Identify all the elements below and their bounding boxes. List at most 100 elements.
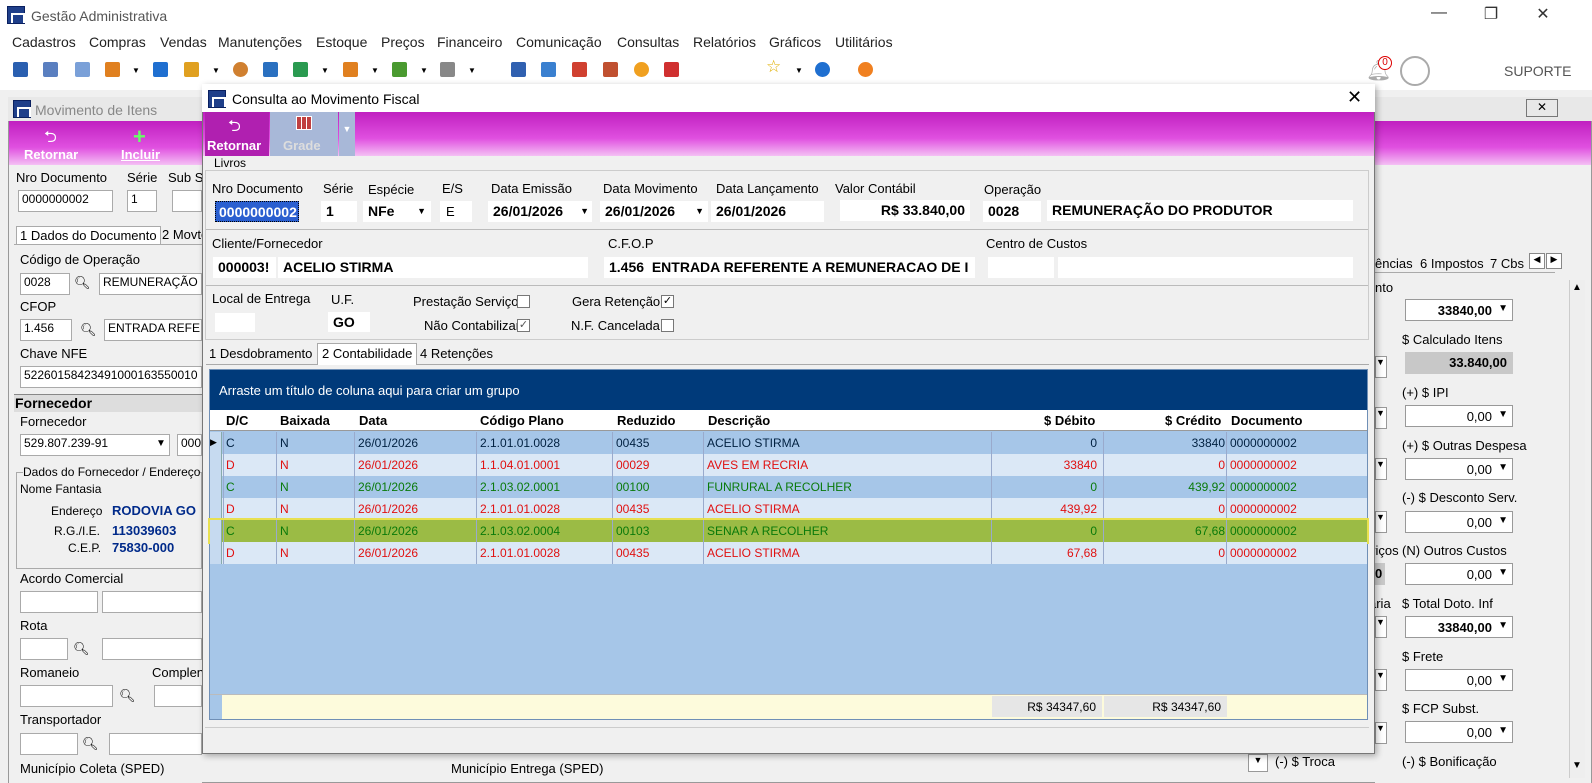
col-data[interactable]: Data [359,413,387,428]
menu-utilitarios[interactable]: Utilitários [835,34,893,50]
outras-despesas-field[interactable]: 0,00 ▼ [1405,458,1513,480]
gera-retencao-checkbox[interactable]: ✓ [661,295,674,308]
col-dc[interactable]: D/C [226,413,248,428]
scroll-up-icon[interactable]: ▲ [1572,282,1582,293]
acordo-comercial-field[interactable] [20,591,98,613]
cfop-field[interactable]: 1.456 [20,319,72,341]
calc-icon[interactable] [541,62,556,77]
info-icon[interactable] [815,62,830,77]
total-top-field[interactable]: 33840,00 ▼ [1405,299,1513,321]
clock-icon[interactable] [634,62,649,77]
dialog-close-button[interactable]: ✕ [1347,87,1362,108]
chevron-down-icon[interactable]: ▼ [156,438,166,449]
cliente-code-field[interactable]: 000003! [213,257,276,278]
row-indicator[interactable] [210,542,222,564]
col-codigo-plano[interactable]: Código Plano [480,413,564,428]
row-indicator[interactable] [210,520,222,542]
menu-graficos[interactable]: Gráficos [769,34,821,50]
ipi-field[interactable]: 0,00 ▼ [1405,405,1513,427]
fcp-field[interactable]: 0,00 ▼ [1405,721,1513,743]
rota-field[interactable] [20,638,68,660]
fornecedor-doc-field[interactable]: 529.807.239-91 [20,434,170,456]
grid-dropdown-icon[interactable]: ▼ [339,112,355,156]
menu-consultas[interactable]: Consultas [617,34,679,50]
search-icon[interactable]: 🔍︎ [82,736,99,752]
serie-field[interactable]: 1 [127,190,157,212]
fornecedor-cod-field[interactable]: 000 [177,434,202,456]
menu-relatorios[interactable]: Relatórios [693,34,756,50]
tab-retencoes[interactable]: 4 Retenções [420,346,493,361]
dialog-grid-button[interactable]: Grade [270,112,338,156]
calculator-icon[interactable] [153,62,168,77]
tab-desdobramento[interactable]: 1 Desdobramento [209,346,312,361]
nro-documento-field[interactable]: 0000000002 [18,190,113,212]
nf-cancelada-checkbox[interactable] [661,319,674,332]
tab-cbs[interactable]: 7 Cbs [1490,256,1524,271]
card-icon[interactable] [75,62,90,77]
complemento-field[interactable] [154,685,202,707]
chevron-down-icon[interactable]: ▼ [1248,754,1268,772]
sub-serie-field[interactable] [172,190,202,212]
folder-icon[interactable] [343,62,358,77]
report-icon[interactable] [603,62,618,77]
users-icon[interactable] [43,62,58,77]
es-field[interactable]: E [440,201,472,222]
printer-icon[interactable] [440,62,455,77]
chevron-down-icon[interactable]: ▼ [1375,511,1387,533]
prestacao-servico-checkbox[interactable] [517,295,530,308]
nao-contabilizar-checkbox[interactable]: ✓ [517,319,530,332]
person-icon[interactable] [233,62,248,77]
back-return-button[interactable]: Retornar [24,147,78,162]
col-credito[interactable]: $ Crédito [1165,413,1221,428]
tab-scroll-left-icon[interactable]: ◀ [1529,253,1545,269]
scroll-down-icon[interactable]: ▼ [1572,760,1582,771]
chevron-down-icon[interactable]: ▼ [1375,722,1387,744]
minimize-button[interactable]: — [1419,4,1459,26]
menu-manutencoes[interactable]: Manutenções [218,34,302,50]
tab-contabilidade[interactable]: 2 Contabilidade [317,343,418,365]
dropdown-arrow-icon[interactable]: ▼ [371,66,379,75]
desconto-serv-field[interactable]: 0,00 ▼ [1405,511,1513,533]
money-icon[interactable] [263,62,278,77]
truck-icon[interactable] [392,62,407,77]
transportador-field[interactable] [20,733,78,755]
dropdown-arrow-icon[interactable]: ▼ [420,66,428,75]
col-reduzido[interactable]: Reduzido [617,413,676,428]
current-row-indicator[interactable]: ▶ [210,432,222,454]
codigo-operacao-field[interactable]: 0028 [20,273,70,295]
col-documento[interactable]: Documento [1231,413,1303,428]
search-icon[interactable]: 🔍︎ [80,322,97,338]
table-row[interactable]: C N 26/01/2026 2.1.01.01.0028 00435 ACELIO ST… [210,432,1367,454]
table-row[interactable]: D N 26/01/2026 2.1.01.01.0028 00435 ACELIO ST… [210,542,1367,564]
chevron-down-icon[interactable]: ▼ [1375,407,1387,429]
spreadsheet-icon[interactable] [511,62,526,77]
dropdown-arrow-icon[interactable]: ▼ [795,66,803,75]
local-entrega-field[interactable] [215,313,255,332]
dialog-return-button[interactable]: ⮌ Retornar [205,112,269,156]
valor-contabil-field[interactable]: R$ 33.840,00 [840,200,970,221]
restore-button[interactable]: ❐ [1471,4,1511,26]
chevron-down-icon[interactable]: ▼ [1375,616,1387,638]
tab-referencias[interactable]: ências [1375,256,1413,271]
tab-scroll-right-icon[interactable]: ▶ [1546,253,1562,269]
window-close-button[interactable]: ✕ [1526,99,1558,117]
tab-impostos[interactable]: 6 Impostos [1420,256,1484,271]
romaneio-field[interactable] [20,685,113,707]
chave-nfe-field[interactable]: 52260158423491000163550010 [20,366,202,388]
row-indicator[interactable] [210,454,222,476]
table-row[interactable]: D N 26/01/2026 1.1.04.01.0001 00029 AVES EM R… [210,454,1367,476]
col-baixada[interactable]: Baixada [280,413,330,428]
document-icon[interactable] [13,62,28,77]
menu-estoque[interactable]: Estoque [316,34,367,50]
search-icon[interactable]: 🔍︎ [119,688,136,704]
table-row[interactable]: C N 26/01/2026 2.1.03.02.0001 00100 FUNRURAL … [210,476,1367,498]
total-doto-field[interactable]: 33840,00 ▼ [1405,616,1513,638]
user-avatar-icon[interactable] [1400,56,1430,86]
search-icon[interactable]: 🔍︎ [74,275,91,291]
outros-custos-field[interactable]: 0,00 ▼ [1405,563,1513,585]
dropdown-arrow-icon[interactable]: ▼ [212,66,220,75]
table-row[interactable]: C N 26/01/2026 2.1.03.02.0004 00103 SENAR A R… [208,518,1369,544]
row-indicator[interactable] [210,476,222,498]
data-emissao-field[interactable]: 26/01/2026 ▼ [488,201,592,222]
operacao-code-field[interactable]: 0028 [983,201,1041,222]
